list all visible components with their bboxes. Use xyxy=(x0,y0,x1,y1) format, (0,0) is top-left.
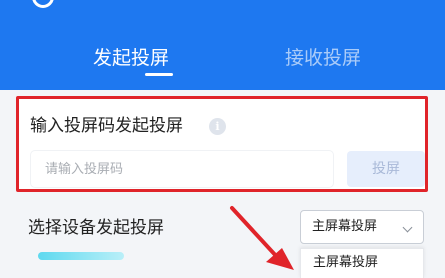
tab-receive-cast[interactable]: 接收投屏 xyxy=(285,44,361,72)
header-bar: 发起投屏 接收投屏 xyxy=(0,0,445,90)
chevron-down-icon xyxy=(402,222,413,233)
info-icon[interactable]: i xyxy=(209,118,226,135)
cast-button[interactable]: 投屏 xyxy=(347,151,425,187)
select-dropdown: 主屏幕投屏 xyxy=(300,248,424,278)
cast-code-panel: 输入投屏码发起投屏 i 投屏 xyxy=(16,96,428,192)
device-section-label: 选择设备发起投屏 xyxy=(28,218,164,238)
tab-start-cast[interactable]: 发起投屏 xyxy=(93,44,169,72)
active-tab-indicator xyxy=(145,73,173,76)
panel-title: 输入投屏码发起投屏 xyxy=(30,116,183,136)
dropdown-option-main-screen[interactable]: 主屏幕投屏 xyxy=(313,254,378,272)
avatar[interactable] xyxy=(32,0,54,8)
cast-mode-select[interactable]: 主屏幕投屏 xyxy=(300,210,424,244)
select-value: 主屏幕投屏 xyxy=(312,219,378,234)
progress-bar xyxy=(38,252,124,260)
cast-code-input[interactable] xyxy=(31,151,333,187)
